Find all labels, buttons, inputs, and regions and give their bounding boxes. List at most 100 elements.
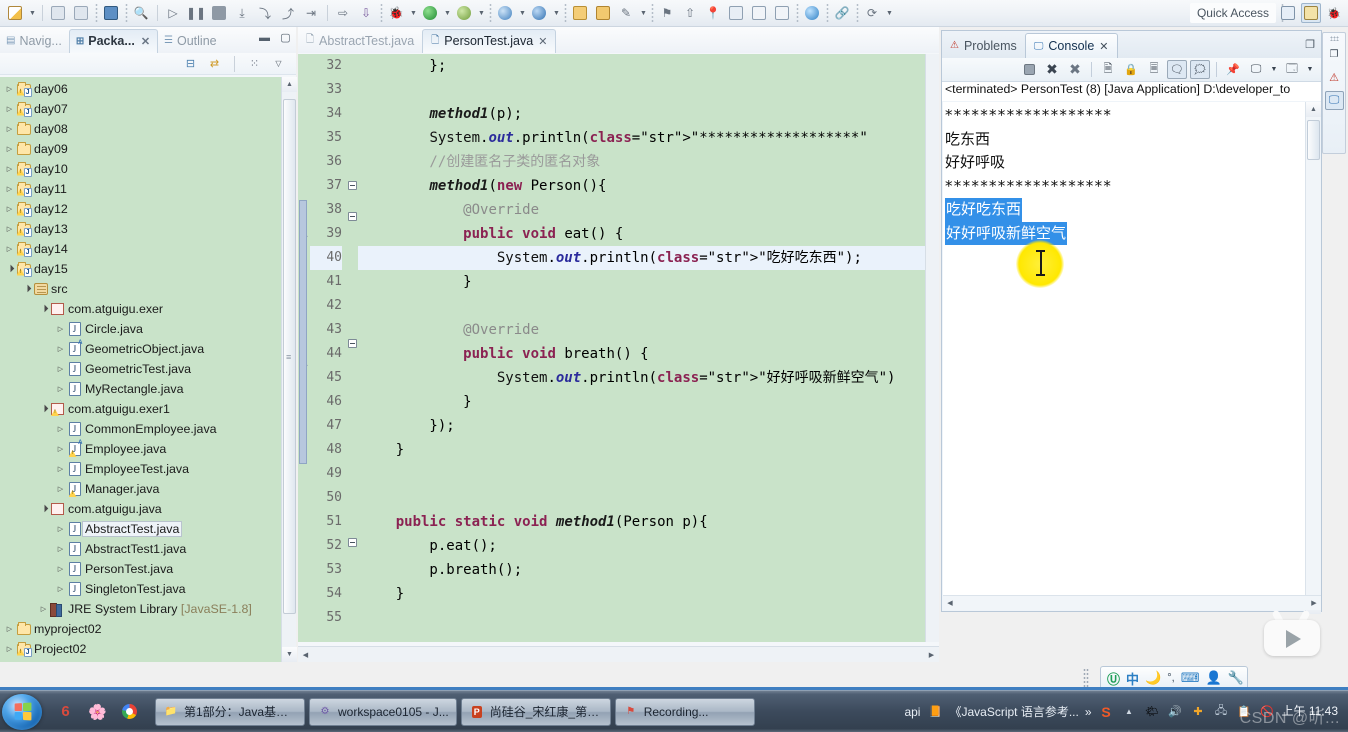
chevron-right-icon[interactable] [55,545,66,553]
view-menu-icon[interactable]: ▽ [270,55,287,72]
step-filters-icon[interactable]: ⇥ [300,2,322,24]
scroll-right-icon[interactable]: ▶ [924,647,939,662]
firefox-icon[interactable]: 🌸 [88,702,107,721]
code-line[interactable]: method1(p); [358,102,939,126]
code-line[interactable] [358,486,939,510]
debug-icon[interactable]: 🐞 [385,2,407,24]
coverage-icon[interactable] [453,2,475,24]
editor-marker-slot[interactable] [298,54,310,78]
tree-item-day07[interactable]: day07 [0,99,281,119]
chevron-down-icon[interactable] [38,405,49,413]
code-line[interactable]: @Override [358,318,939,342]
fold-slot[interactable] [346,435,358,459]
soft-keyboard-icon[interactable]: ⌨ [1181,670,1200,686]
fold-slot[interactable] [346,102,358,126]
chevron-right-icon[interactable] [4,645,15,653]
chrome-icon[interactable] [120,702,139,721]
browser-arrow[interactable]: ▼ [551,2,562,24]
tab-problems[interactable]: ⚠ Problems [942,33,1025,58]
chevron-right-icon[interactable] [55,345,66,353]
editor-marker-slot[interactable] [298,600,310,624]
tree-scrollbar[interactable]: ▲ ▼ [281,77,297,662]
tree-item-persontest-java[interactable]: PersonTest.java [0,559,281,579]
tree-item-day08[interactable]: day08 [0,119,281,139]
open-resource-icon[interactable] [592,2,614,24]
chevron-right-icon[interactable] [55,465,66,473]
scroll-left-icon[interactable]: ◀ [943,596,957,610]
tree-item-employee-java[interactable]: Employee.java [0,439,281,459]
console-line[interactable]: ******************* [945,104,1307,128]
tag-icon[interactable]: ⚑ [656,2,678,24]
security-icon[interactable]: ✚ [1190,703,1207,720]
tree-item-abstracttest1-java[interactable]: AbstractTest1.java [0,539,281,559]
code-line[interactable]: public void eat() { [358,222,939,246]
clear-console-icon[interactable]: 🗎 [1098,60,1118,79]
editor-marker-slot[interactable] [298,174,310,198]
tree-item-manager-java[interactable]: Manager.java [0,479,281,499]
fold-slot[interactable] [346,387,358,411]
chevron-right-icon[interactable] [4,125,15,133]
tree-item-com-atguigu-exer[interactable]: com.atguigu.exer [0,299,281,319]
tree-item-singletontest-java[interactable]: SingletonTest.java [0,579,281,599]
toolbar-grip[interactable] [854,4,861,22]
code-line[interactable]: } [358,270,939,294]
code-line[interactable]: }); [358,414,939,438]
show-console-on-output-icon[interactable]: 🗨 [1167,60,1187,79]
pause-icon[interactable]: ❚❚ [185,2,207,24]
sogou-logo-icon[interactable]: Ⓤ [1107,669,1120,688]
toolbar-grip[interactable] [93,4,100,22]
fold-slot[interactable] [346,507,358,531]
editor-marker-slot[interactable] [298,150,310,174]
code-line[interactable]: }; [358,54,939,78]
coverage-dropdown-arrow[interactable]: ▼ [476,2,487,24]
code-line[interactable]: @Override [358,198,939,222]
tree-item-circle-java[interactable]: Circle.java [0,319,281,339]
step-return-icon[interactable]: ⤴ [277,2,299,24]
debug-perspective-icon[interactable]: 🐞 [1324,3,1344,23]
code-line[interactable]: method1(new Person(){ [358,174,939,198]
console-output[interactable]: ******************* 吃东西 好好呼吸 **************… [943,102,1307,595]
taskbar-button-2[interactable]: ⚙ workspace0105 - J... [309,697,457,726]
fold-slot[interactable] [346,483,358,507]
taskbar-button-3[interactable]: P 尚硅谷_宋红康_第6... [460,697,611,726]
console-line[interactable]: ******************* [945,175,1307,199]
stop-icon[interactable] [208,2,230,24]
run-last-tool-icon[interactable]: ▷ [162,2,184,24]
chevron-down-icon[interactable] [4,265,15,273]
editor-marker-slot[interactable] [298,102,310,126]
scroll-left-icon[interactable]: ◀ [298,647,313,662]
ime-grip[interactable] [1083,668,1089,688]
tree-item-day15[interactable]: day15 [0,259,281,279]
chevron-right-icon[interactable] [55,585,66,593]
code-line[interactable]: System.out.println(class="str">"好好呼吸新鲜空气… [358,366,939,390]
quick-access-input[interactable]: Quick Access [1189,3,1276,23]
tree-item-jre-system-library[interactable]: JRE System Library [JavaSE-1.8] [0,599,281,619]
close-icon[interactable]: ✕ [1099,40,1108,53]
step-over-icon[interactable]: ⤵ [254,2,276,24]
open-console-icon[interactable]: 🗔 [1282,60,1302,79]
run-icon[interactable] [419,2,441,24]
dock-grip[interactable] [1329,36,1339,41]
tools-icon[interactable]: 🔧 [1228,670,1244,686]
tree-item-employeetest-java[interactable]: EmployeeTest.java [0,459,281,479]
remove-launch-icon[interactable]: ✖ [1042,60,1062,79]
console-vertical-scrollbar[interactable]: ▲ ▼ [1305,102,1321,614]
moon-icon[interactable]: 🌙 [1145,670,1161,686]
toolbar-grip[interactable] [487,4,494,22]
chevron-right-icon[interactable] [4,105,15,113]
debug-dropdown-arrow[interactable]: ▼ [408,2,419,24]
problems-view-icon[interactable]: ⚠ [1325,68,1344,87]
chevron-right-icon[interactable] [55,565,66,573]
sync-arrow[interactable]: ▼ [884,2,895,24]
display-selected-console-icon[interactable]: 🖵 [1246,60,1266,79]
chevron-down-icon[interactable] [21,285,32,293]
external-tools-arrow[interactable]: ▼ [517,2,528,24]
chevron-right-icon[interactable] [4,185,15,193]
display-console-arrow[interactable]: ▼ [1269,60,1279,79]
tab-package-explorer[interactable]: ⊞ Packa... ✕ [68,29,159,53]
fold-slot[interactable] [346,538,358,562]
tree-item-com-atguigu-java[interactable]: com.atguigu.java [0,499,281,519]
toolbar-grip[interactable] [378,4,385,22]
pin-icon[interactable]: 📍 [702,2,724,24]
run-dropdown-arrow[interactable]: ▼ [442,2,453,24]
